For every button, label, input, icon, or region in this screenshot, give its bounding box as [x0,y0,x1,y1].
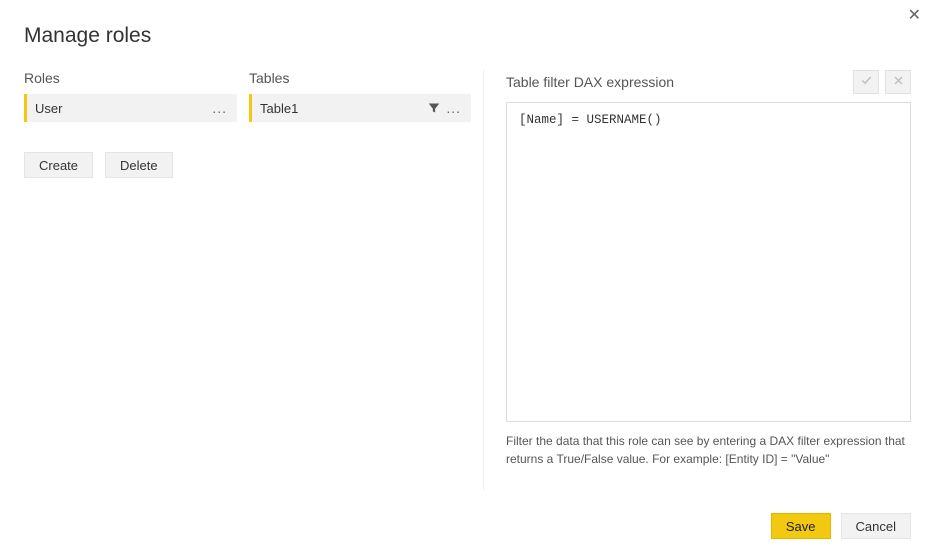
dax-heading: Table filter DAX expression [506,74,847,90]
dialog-title: Manage roles [0,0,935,70]
table-item-menu-icon[interactable]: ... [442,100,465,116]
roles-heading: Roles [24,70,249,86]
table-item[interactable]: Table1 ... [249,94,471,122]
table-item-label: Table1 [260,101,428,116]
create-button[interactable]: Create [24,152,93,178]
role-item-label: User [35,101,208,116]
dax-help-text: Filter the data that this role can see b… [506,432,911,468]
x-icon [893,73,904,91]
check-icon [861,73,872,91]
dax-column: Table filter DAX expression [Name] = USE… [484,70,911,490]
role-buttons: Create Delete [24,152,249,178]
delete-button[interactable]: Delete [105,152,173,178]
revert-button[interactable] [885,70,911,94]
dax-expression-input[interactable]: [Name] = USERNAME() [506,102,911,422]
tables-heading: Tables [249,70,483,86]
tables-column: Tables Table1 ... [249,70,484,490]
dax-heading-row: Table filter DAX expression [506,70,911,94]
role-item[interactable]: User ... [24,94,237,122]
close-icon[interactable]: ✕ [908,8,921,24]
save-button[interactable]: Save [771,513,831,539]
cancel-button[interactable]: Cancel [841,513,911,539]
filter-icon [428,102,440,114]
roles-column: Roles User ... Create Delete [24,70,249,490]
dialog-footer: Save Cancel [771,513,911,539]
columns: Roles User ... Create Delete Tables Tabl… [0,70,935,490]
verify-button[interactable] [853,70,879,94]
role-item-menu-icon[interactable]: ... [208,100,231,116]
